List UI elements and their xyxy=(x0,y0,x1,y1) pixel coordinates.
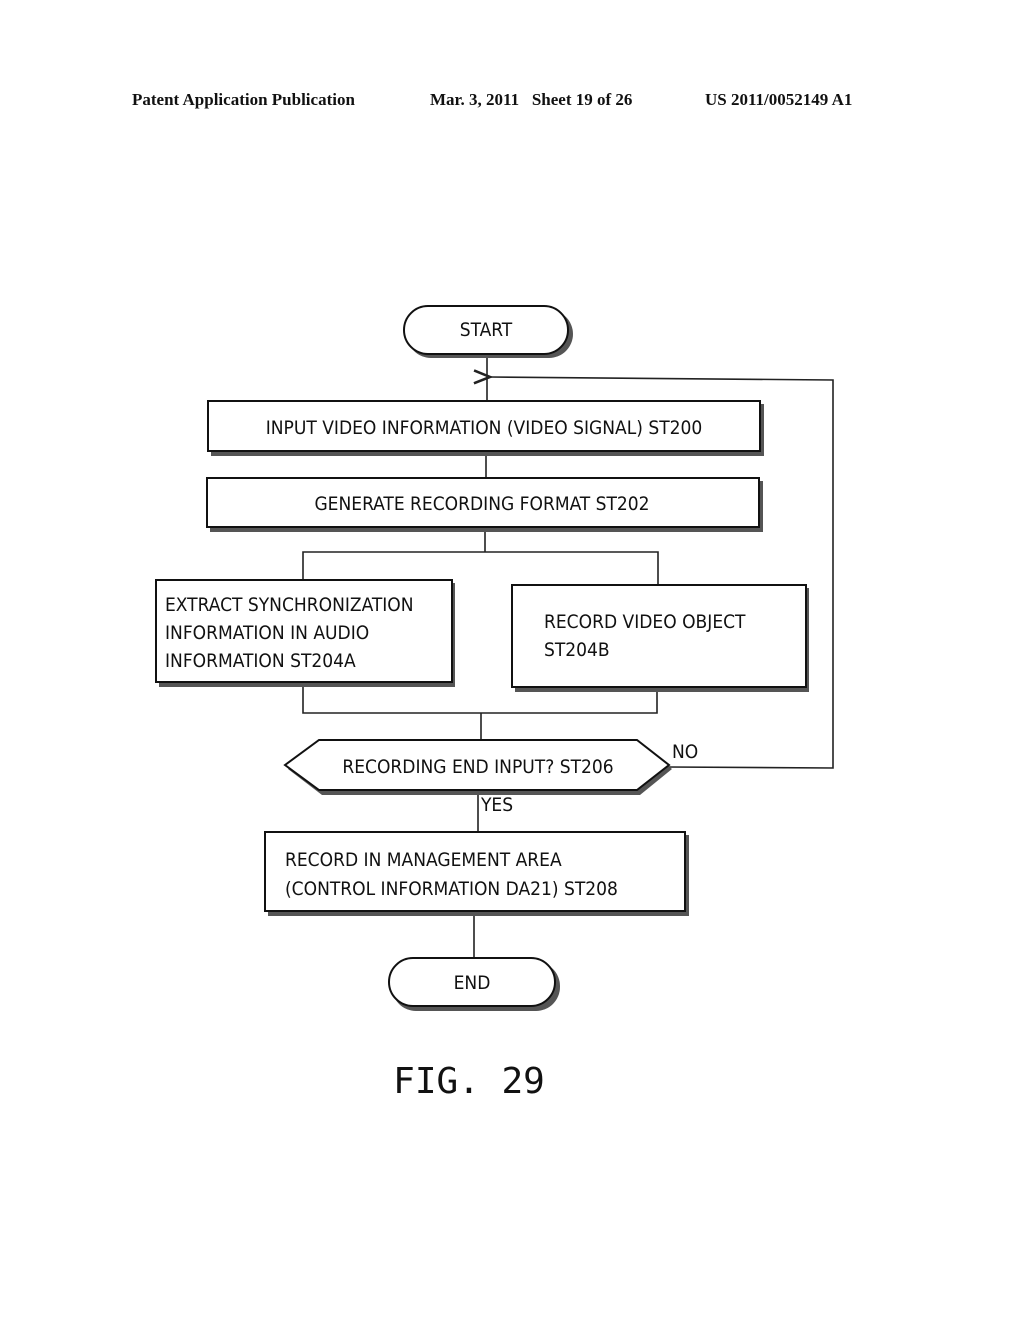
start-terminal: START xyxy=(403,305,573,358)
decision-st206: RECORDING END INPUT? ST206 xyxy=(283,739,672,795)
end-terminal: END xyxy=(388,957,560,1011)
flowchart-diagram: START INPUT VIDEO INFORMATION (VIDEO SIG… xyxy=(155,305,834,1102)
st202-label: GENERATE RECORDING FORMAT ST202 xyxy=(314,493,649,515)
st204a-line-2: INFORMATION IN AUDIO xyxy=(165,622,369,644)
end-label: END xyxy=(454,972,491,994)
start-label: START xyxy=(460,319,513,341)
step-st208: RECORD IN MANAGEMENT AREA (CONTROL INFOR… xyxy=(264,831,689,916)
st206-label: RECORDING END INPUT? ST206 xyxy=(342,756,613,778)
step-st204b: RECORD VIDEO OBJECT ST204B xyxy=(511,584,809,692)
figure-label: FIG. 29 xyxy=(393,1061,545,1102)
no-branch-label: NO xyxy=(672,741,698,763)
st208-line-2: (CONTROL INFORMATION DA21) ST208 xyxy=(285,878,618,900)
st204a-line-3: INFORMATION ST204A xyxy=(165,650,356,672)
step-st200: INPUT VIDEO INFORMATION (VIDEO SIGNAL) S… xyxy=(207,400,764,456)
st204a-line-1: EXTRACT SYNCHRONIZATION xyxy=(165,594,414,616)
st208-line-1: RECORD IN MANAGEMENT AREA xyxy=(285,849,562,871)
st204b-line-1: RECORD VIDEO OBJECT xyxy=(544,611,746,633)
step-st202: GENERATE RECORDING FORMAT ST202 xyxy=(206,477,763,532)
st204b-line-2: ST204B xyxy=(544,639,610,661)
yes-branch-label: YES xyxy=(480,794,513,816)
step-st204a: EXTRACT SYNCHRONIZATION INFORMATION IN A… xyxy=(155,579,455,687)
st200-label: INPUT VIDEO INFORMATION (VIDEO SIGNAL) S… xyxy=(266,417,703,439)
